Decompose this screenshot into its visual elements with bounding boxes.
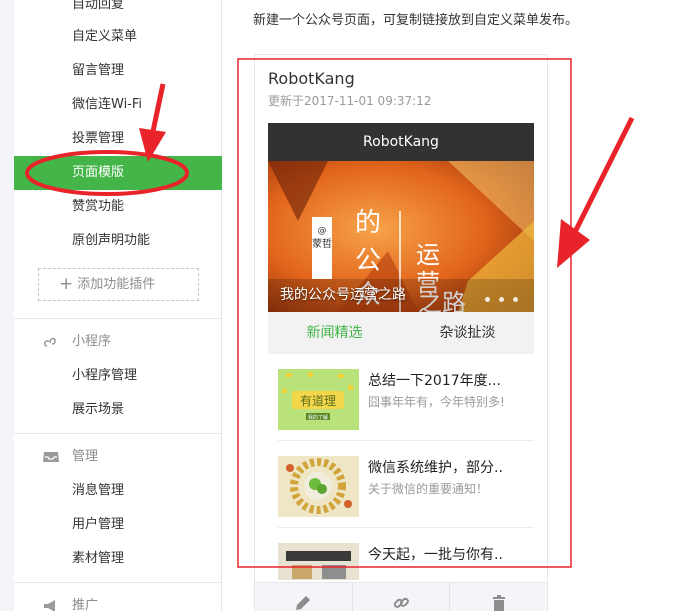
sidebar-divider	[14, 433, 222, 434]
article-separator	[278, 440, 534, 441]
plus-icon: +	[59, 274, 74, 294]
annotation-arrow-head	[557, 219, 590, 268]
sidebar-item-reward[interactable]: 赞赏功能	[14, 190, 222, 224]
copy-link-button[interactable]	[353, 583, 451, 611]
left-gutter	[0, 0, 14, 611]
article-description: 关于微信的重要通知！	[368, 482, 489, 496]
article-description: 囧事年年有，今年特别多!	[368, 395, 505, 409]
annotation-arrow	[572, 116, 635, 234]
add-plugin-label: 添加功能插件	[77, 277, 156, 292]
svg-text:的: 的	[355, 208, 381, 238]
link-icon	[393, 597, 409, 608]
page-description: 新建一个公众号页面，可复制链接放到自定义菜单发布。	[253, 13, 579, 28]
banner-caption: 我的公众号运营之路	[280, 287, 406, 303]
sidebar-item-page-template[interactable]: 页面模版	[14, 156, 222, 190]
article-title: 微信系统维护，部分..	[368, 460, 503, 476]
group-label: 管理	[72, 449, 99, 464]
page-template-card[interactable]: RobotKang 更新于2017-11-01 09:37:12 RobotKa…	[254, 54, 548, 611]
svg-text:我的了解: 我的了解	[308, 414, 328, 421]
svg-text:运: 运	[416, 241, 440, 269]
sidebar-item-auto-reply[interactable]: 自动回复	[14, 0, 222, 22]
carousel-dots[interactable]	[485, 297, 518, 302]
inbox-icon	[43, 452, 59, 462]
tab-news[interactable]: 新闻精选	[268, 312, 401, 354]
svg-text:公: 公	[355, 246, 381, 276]
delete-button[interactable]	[450, 583, 547, 611]
article-item[interactable]: 有道理 我的了解 总结一下2017年度... 囧事年年有，今年特别多!	[278, 356, 534, 440]
card-updated-time: 更新于2017-11-01 09:37:12	[268, 94, 432, 108]
card-toolbar	[255, 582, 547, 611]
svg-text:有道理: 有道理	[300, 394, 336, 408]
sidebar-group-miniprogram: 小程序	[14, 325, 222, 359]
sidebar: 自动回复 自定义菜单 留言管理 微信连Wi-Fi 投票管理 页面模版 赞赏功能 …	[14, 0, 222, 611]
sidebar-item-messages[interactable]: 消息管理	[14, 474, 222, 508]
sidebar-divider	[14, 582, 222, 583]
sidebar-item-custom-menu[interactable]: 自定义菜单	[14, 20, 222, 54]
sidebar-item-wifi[interactable]: 微信连Wi-Fi	[14, 88, 222, 122]
svg-text:蒙哲: 蒙哲	[312, 237, 332, 250]
sidebar-item-scenes[interactable]: 展示场景	[14, 393, 222, 427]
sidebar-item-users[interactable]: 用户管理	[14, 508, 222, 542]
carousel-dot[interactable]	[499, 297, 504, 302]
svg-text:@: @	[318, 226, 327, 236]
sidebar-item-comments[interactable]: 留言管理	[14, 54, 222, 88]
sidebar-item-vote[interactable]: 投票管理	[14, 122, 222, 156]
banner-carousel[interactable]: @ 蒙哲 的 公 众 运 营 之 路 我的公众号运营之路	[268, 161, 534, 312]
sidebar-item-miniprogram-manage[interactable]: 小程序管理	[14, 359, 222, 393]
edit-button[interactable]	[255, 583, 353, 611]
article-thumbnail	[278, 543, 359, 580]
phone-preview-header: RobotKang	[268, 123, 534, 161]
tab-chat[interactable]: 杂谈扯淡	[401, 312, 534, 354]
article-item[interactable]: 微信系统维护，部分.. 关于微信的重要通知！	[278, 443, 534, 527]
group-label: 推广	[72, 598, 99, 611]
pencil-icon	[296, 596, 311, 610]
article-title: 总结一下2017年度...	[368, 373, 501, 389]
sidebar-item-original[interactable]: 原创声明功能	[14, 224, 222, 258]
sidebar-group-manage: 管理	[14, 440, 222, 474]
group-label: 小程序	[72, 334, 112, 349]
megaphone-icon	[44, 600, 55, 611]
carousel-dot[interactable]	[513, 297, 518, 302]
sidebar-item-materials[interactable]: 素材管理	[14, 542, 222, 576]
carousel-dot[interactable]	[485, 297, 490, 302]
sidebar-group-promote: 推广	[14, 589, 222, 611]
sidebar-divider	[14, 318, 222, 319]
add-plugin-button[interactable]: + 添加功能插件	[38, 268, 199, 301]
article-thumbnail: 有道理 我的了解	[278, 369, 359, 430]
article-title: 今天起，一批与你有..	[368, 547, 503, 563]
article-separator	[278, 527, 534, 528]
category-tabs: 新闻精选 杂谈扯淡	[268, 312, 534, 354]
article-thumbnail	[278, 456, 359, 517]
link-icon	[43, 337, 56, 347]
card-title: RobotKang	[268, 69, 355, 88]
article-item[interactable]: 今天起，一批与你有..	[278, 530, 534, 580]
trash-icon	[492, 595, 505, 611]
